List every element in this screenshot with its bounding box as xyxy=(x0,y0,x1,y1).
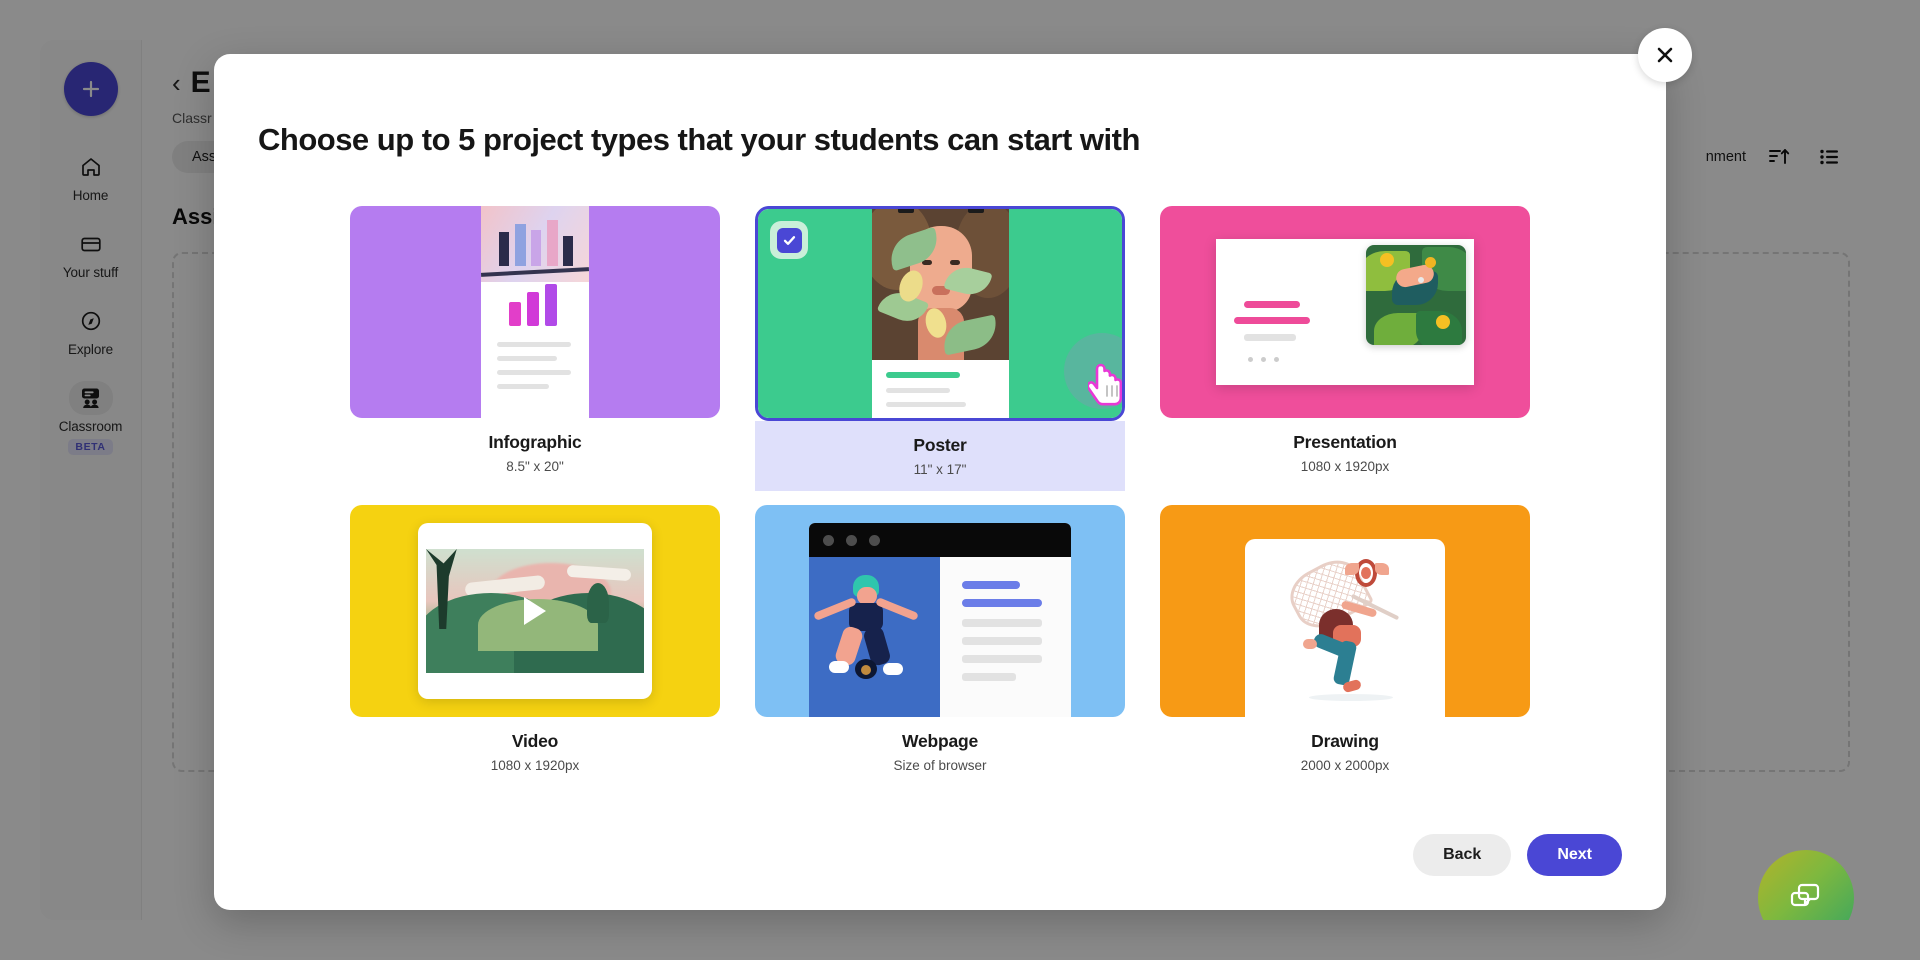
presentation-thumbnail xyxy=(1160,206,1530,418)
next-button[interactable]: Next xyxy=(1527,834,1622,876)
card-title: Webpage xyxy=(901,731,979,751)
sidebar-item-label: Classroom xyxy=(58,419,123,434)
back-button[interactable]: Back xyxy=(1413,834,1512,876)
card-meta: Video 1080 x 1920px xyxy=(350,717,720,781)
poster-selected-checkbox[interactable] xyxy=(770,221,808,259)
home-icon xyxy=(69,150,113,184)
project-type-card-video[interactable]: Video 1080 x 1920px xyxy=(350,505,720,781)
classroom-icon xyxy=(68,381,113,415)
close-button[interactable] xyxy=(1638,28,1692,82)
page-title: E xyxy=(190,66,211,99)
card-thumbnail-frame xyxy=(755,206,1125,421)
sort-ascending-icon[interactable] xyxy=(1762,140,1796,174)
card-thumbnail-frame xyxy=(1160,505,1530,717)
sidebar-item-label: Explore xyxy=(67,342,114,357)
card-thumbnail-frame xyxy=(1160,206,1530,418)
close-icon xyxy=(1657,47,1673,63)
card-dimensions: 2000 x 2000px xyxy=(1300,758,1390,773)
plus-icon xyxy=(82,80,99,98)
card-dimensions: 1080 x 1920px xyxy=(490,758,580,773)
beta-badge: BETA xyxy=(68,439,113,455)
card-meta: Drawing 2000 x 2000px xyxy=(1160,717,1530,781)
card-thumbnail-frame xyxy=(350,206,720,418)
modal-title: Choose up to 5 project types that your s… xyxy=(258,122,1140,157)
project-type-card-infographic[interactable]: Infographic 8.5" x 20" xyxy=(350,206,720,491)
create-new-button[interactable] xyxy=(63,62,118,116)
project-type-card-webpage[interactable]: Webpage Size of browser xyxy=(755,505,1125,781)
modal-footer: Back Next xyxy=(1413,834,1622,876)
video-thumbnail xyxy=(350,505,720,717)
card-dimensions: 11" x 17" xyxy=(913,462,967,477)
card-dimensions: 1080 x 1920px xyxy=(1300,459,1390,474)
card-title: Poster xyxy=(913,435,967,455)
hover-click-ring xyxy=(1064,333,1122,409)
drawing-thumbnail xyxy=(1160,505,1530,717)
sidebar-item-your-stuff[interactable]: Your stuff xyxy=(49,221,133,284)
project-type-card-presentation[interactable]: Presentation 1080 x 1920px xyxy=(1160,206,1530,491)
list-view-icon[interactable] xyxy=(1812,140,1846,174)
card-title: Infographic xyxy=(488,432,582,452)
project-type-card-poster[interactable]: Poster 11" x 17" xyxy=(755,206,1125,491)
card-dimensions: 8.5" x 20" xyxy=(506,459,564,474)
project-type-modal: Choose up to 5 project types that your s… xyxy=(214,28,1692,910)
card-meta: Webpage Size of browser xyxy=(755,717,1125,781)
sidebar-item-classroom[interactable]: Classroom BETA xyxy=(49,375,133,459)
project-type-grid: Infographic 8.5" x 20" Poster 11" x 17" … xyxy=(214,158,1666,781)
compass-icon xyxy=(69,304,113,338)
card-thumbnail-frame xyxy=(755,505,1125,717)
mouse-cursor-pointer xyxy=(1086,361,1122,416)
card-meta: Infographic 8.5" x 20" xyxy=(350,418,720,482)
chat-bubbles-icon xyxy=(1790,883,1820,907)
infographic-thumbnail xyxy=(350,206,720,418)
sidebar-item-label: Home xyxy=(72,188,109,203)
checkbox-box xyxy=(776,227,802,253)
poster-thumbnail xyxy=(758,209,1122,418)
card-title: Drawing xyxy=(1311,731,1379,751)
webpage-thumbnail xyxy=(755,505,1125,717)
sidebar: Home Your stuff Explore Classroom BETA xyxy=(40,40,142,920)
project-type-card-drawing[interactable]: Drawing 2000 x 2000px xyxy=(1160,505,1530,781)
card-dimensions: Size of browser xyxy=(893,758,987,773)
card-title: Presentation xyxy=(1293,432,1397,452)
card-meta: Poster 11" x 17" xyxy=(755,421,1125,491)
app-root: Home Your stuff Explore Classroom BETA ‹… xyxy=(0,0,1920,960)
folder-icon xyxy=(69,227,113,261)
back-chevron-icon[interactable]: ‹ xyxy=(172,70,181,96)
card-title: Video xyxy=(511,731,559,751)
sidebar-item-explore[interactable]: Explore xyxy=(49,298,133,361)
card-meta: Presentation 1080 x 1920px xyxy=(1160,418,1530,482)
card-thumbnail-frame xyxy=(350,505,720,717)
check-icon xyxy=(783,235,795,245)
new-assignment-button[interactable]: nment xyxy=(1706,149,1746,165)
sidebar-item-label: Your stuff xyxy=(62,265,119,280)
sidebar-item-home[interactable]: Home xyxy=(49,144,133,207)
